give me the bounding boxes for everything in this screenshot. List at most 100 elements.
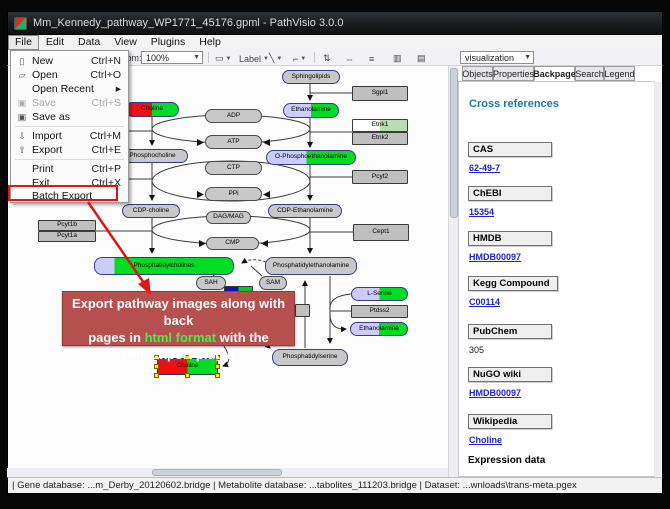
node-adp[interactable]: ADP [205, 109, 262, 123]
title-bar[interactable]: Mm_Kennedy_pathway_WP1771_45176.gpml - P… [7, 11, 663, 35]
node-atp[interactable]: ATP [205, 135, 262, 149]
printer-icon: ▤ [417, 53, 426, 64]
file-menu-open-recent[interactable]: Open Recent▸ [12, 82, 127, 96]
line-tool-button[interactable]: ╲▼ [266, 51, 285, 66]
canvas-vertical-scrollbar[interactable] [448, 66, 458, 477]
file-menu-save[interactable]: ▣ SaveCtrl+S [12, 96, 127, 110]
gene-sgpl1[interactable]: Sgpl1 [352, 86, 408, 101]
node-ethanolamine[interactable]: Ethanolamine [283, 103, 339, 118]
link-nugo-value[interactable]: HMDB00097 [469, 388, 521, 398]
menu-view[interactable]: View [107, 36, 144, 49]
section-chebi: ChEBI [468, 186, 552, 201]
file-menu-print[interactable]: PrintCtrl+P [12, 162, 127, 176]
chevron-down-icon: ▼ [524, 54, 531, 61]
link-wikipedia-value[interactable]: Choline [469, 435, 502, 445]
line-icon: ╲ [269, 53, 274, 64]
file-menu-save-as[interactable]: ▣ Save as [12, 110, 127, 124]
node-cmp[interactable]: CMP [206, 237, 259, 250]
datanode-tool-button[interactable]: ▭▼ [212, 51, 234, 66]
open-folder-icon: ▱ [12, 70, 32, 81]
annotation-callout: Export pathway images along with back pa… [62, 291, 295, 346]
node-ethanolamine-bottom[interactable]: Ethanolamine [350, 322, 408, 336]
menu-edit[interactable]: Edit [39, 36, 71, 49]
gene-cept1[interactable]: Cept1 [353, 224, 409, 241]
datanode-icon: ▭ [215, 53, 224, 64]
gene-pcyt1b[interactable]: Pcyt1b [38, 220, 96, 231]
tab-search[interactable]: Search [575, 66, 604, 81]
tab-properties[interactable]: Properties [493, 66, 534, 81]
node-phosphatidylcholines[interactable]: Phosphatidylcholines [94, 257, 234, 275]
annotation-line3: HtmlExport plugin [63, 346, 294, 363]
selection-handle[interactable] [215, 373, 220, 378]
file-menu-new[interactable]: ▯ NewCtrl+N [12, 54, 127, 68]
selection-handle[interactable] [185, 373, 190, 378]
expression-data-heading: Expression data [468, 455, 545, 466]
file-menu-export[interactable]: ⇧ ExportCtrl+E [12, 143, 127, 157]
submenu-arrow-icon: ▸ [116, 83, 127, 95]
node-o-phosphoethanolamine[interactable]: O-Phosphoethanolamine [266, 150, 356, 165]
gene-etnk1[interactable]: Etnk1 [352, 119, 408, 132]
align-middle-icon: ⇔ [345, 54, 354, 64]
node-sam[interactable]: SAM [259, 276, 287, 290]
align-middle-button[interactable]: ⇔ [342, 51, 357, 66]
stack-horizontal-button[interactable]: ≡ [366, 51, 377, 66]
menu-separator [15, 159, 124, 160]
tab-legend[interactable]: Legend [604, 66, 635, 81]
menu-help[interactable]: Help [192, 36, 228, 49]
node-sphingolipids[interactable]: Sphingolipids [282, 70, 340, 84]
canvas-horizontal-scrollbar[interactable] [7, 468, 448, 477]
node-dag-mag[interactable]: DAG/MAG [206, 211, 251, 224]
link-cas-value[interactable]: 62-49-7 [469, 163, 500, 173]
app-icon [14, 17, 27, 30]
link-kegg-value[interactable]: C00114 [469, 297, 500, 307]
menu-bar: File Edit Data View Plugins Help [7, 35, 663, 50]
side-panel: Objects Properties Backpage Search Legen… [458, 66, 663, 477]
align-center-button[interactable]: ⇅ [320, 51, 334, 66]
print-toolbar-button[interactable]: ▤ [414, 51, 429, 66]
file-menu-dropdown: ▯ NewCtrl+N ▱ OpenCtrl+O Open Recent▸ ▣ … [10, 50, 129, 203]
node-phosphatidylethanolamine[interactable]: Phosphatidylethanolamine [265, 257, 357, 275]
new-file-icon: ▯ [12, 56, 32, 67]
visualization-combobox[interactable]: visualization▼ [460, 51, 534, 64]
scrollbar-thumb[interactable] [450, 68, 458, 218]
node-cdp-ethanolamine[interactable]: CDP-Ethanolamine [268, 204, 342, 218]
gene-box-partial[interactable] [295, 304, 310, 317]
selection-handle[interactable] [154, 373, 159, 378]
node-choline[interactable]: Choline [125, 102, 179, 117]
toolbar-separator [314, 52, 315, 63]
section-nugo: NuGO wiki [468, 367, 552, 382]
gene-pcyt2[interactable]: Pcyt2 [352, 170, 408, 184]
zoom-combobox[interactable]: 100%▼ [141, 51, 203, 64]
connector-tool-button[interactable]: ⌐▼ [290, 51, 309, 66]
backpage-content: Cross references CAS 62-49-7 ChEBI 15354… [458, 81, 655, 477]
link-hmdb-value[interactable]: HMDB00097 [469, 252, 521, 262]
menu-data[interactable]: Data [71, 36, 107, 49]
status-bar: | Gene database: ...m_Derby_20120602.bri… [7, 477, 663, 494]
stack-vertical-button[interactable]: ▥ [390, 51, 405, 66]
tab-objects[interactable]: Objects [462, 66, 493, 81]
chevron-down-icon: ▼ [226, 56, 232, 62]
selection-handle[interactable] [154, 364, 159, 369]
menu-file[interactable]: File [8, 35, 39, 50]
node-ppi[interactable]: PPi [205, 187, 262, 201]
menu-plugins[interactable]: Plugins [144, 36, 192, 49]
gene-ptdss2[interactable]: Ptdss2 [351, 305, 408, 318]
panel-scrollbar[interactable] [654, 82, 661, 476]
node-sah[interactable]: SAH [196, 276, 226, 290]
file-menu-open[interactable]: ▱ OpenCtrl+O [12, 68, 127, 82]
scrollbar-thumb[interactable] [152, 469, 282, 476]
gene-etnk2[interactable]: Etnk2 [352, 132, 408, 145]
gene-pcyt1a[interactable]: Pcyt1a [38, 231, 96, 242]
chevron-down-icon: ▼ [300, 56, 306, 62]
selection-handle[interactable] [215, 364, 220, 369]
import-icon: ⇩ [12, 131, 32, 142]
section-cas: CAS [468, 142, 552, 157]
save-icon: ▣ [12, 98, 32, 109]
tab-backpage[interactable]: Backpage [534, 66, 575, 81]
node-cdp-choline[interactable]: CDP-choline [122, 204, 180, 218]
link-chebi-value[interactable]: 15354 [469, 207, 494, 217]
node-l-serine[interactable]: L-Serine [351, 287, 408, 301]
file-menu-import[interactable]: ⇩ ImportCtrl+M [12, 129, 127, 143]
node-ctp[interactable]: CTP [205, 161, 262, 175]
menu-separator [15, 126, 124, 127]
